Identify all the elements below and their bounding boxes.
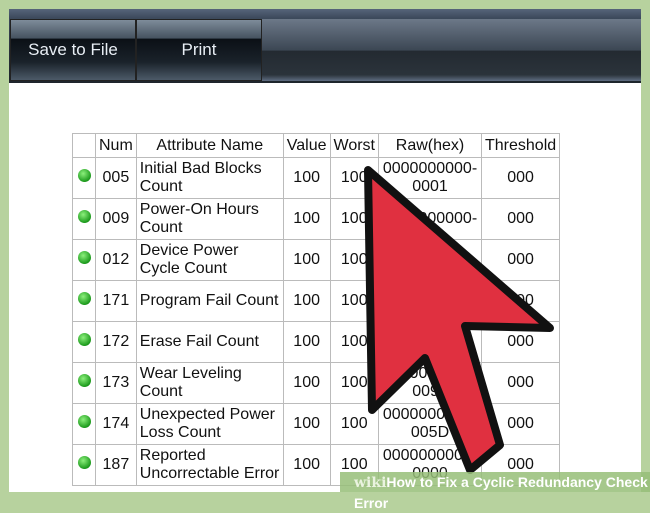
mouse-pointer-arrow-icon [364,166,554,474]
watermark-brand: wiki [354,475,387,491]
watermark: wikiHow to Fix a Cyclic Redundancy Check… [340,472,650,511]
watermark-title: How to Fix a Cyclic Redundancy Check Err… [354,474,648,511]
